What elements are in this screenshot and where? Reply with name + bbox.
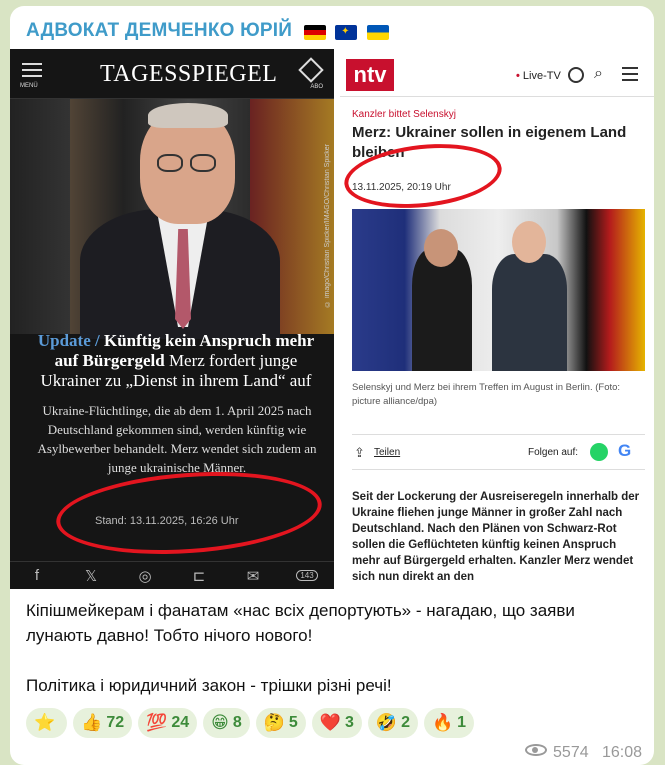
update-label: Update / (37, 331, 100, 350)
tagesspiegel-header: MENÜ TAGESSPIEGEL ABO (10, 49, 334, 99)
photo-credit: © imago/Christian Spicker/IMAGO/Christia… (324, 144, 331, 307)
ntv-screenshot: ntv • Live-TV ⌕ Kanzler bittet Selenskyj… (340, 49, 654, 589)
views-icon (525, 744, 548, 756)
ntv-share-row: ⇪ Teilen Folgen auf: G (352, 434, 645, 470)
reaction-count: 1 (457, 714, 467, 731)
reaction-count: 3 (345, 714, 354, 731)
flag-ua-icon (366, 25, 389, 41)
ntv-caption: Selenskyj und Merz bei ihrem Treffen im … (352, 382, 621, 407)
flag-de-icon (303, 25, 326, 41)
menu-icon (22, 63, 42, 81)
reaction-heart[interactable]: ❤️ 3 (311, 708, 362, 738)
tagesspiegel-body: Ukraine-Flüchtlinge, die ab dem 1. April… (37, 403, 317, 475)
ntv-kicker: Kanzler bittet Selenskyj (352, 109, 456, 120)
share-label: Teilen (374, 447, 401, 458)
message-time: 16:08 (601, 744, 642, 761)
reaction-count: 8 (232, 714, 242, 731)
message-paragraph-2: Політика і юридичний закон - трішки різн… (26, 676, 392, 695)
live-tv-label: • Live-TV (516, 70, 561, 82)
channel-name[interactable]: АДВОКАТ ДЕМЧЕНКО ЮРІЙ (26, 20, 393, 44)
reaction-count: 72 (106, 714, 125, 731)
abo-label: ABO (310, 84, 323, 90)
selenskyj-merz-photo (352, 209, 645, 371)
user-icon (568, 67, 584, 83)
search-icon: ⌕ (594, 65, 603, 82)
star-icon: ⭐ (34, 713, 56, 732)
ntv-logo: ntv (346, 59, 394, 91)
reaction-count: 24 (171, 714, 190, 731)
message-meta: 5574 16:08 (525, 744, 642, 762)
red-highlight-circle (53, 463, 325, 563)
mail-icon: ✉ (246, 567, 260, 585)
views-count: 5574 (553, 744, 589, 761)
channel-flags (303, 22, 393, 44)
message-text: Кіпішмейкерам і фанатам «нас всіх депорт… (26, 598, 642, 698)
fire-icon: 🔥 (431, 713, 454, 732)
menu-label: MENÜ (20, 83, 38, 89)
reaction-hundred[interactable]: 💯 24 (138, 708, 198, 738)
reaction-grin[interactable]: 😁 8 (203, 708, 250, 738)
media-collage[interactable]: MENÜ TAGESSPIEGEL ABO © imago/Christian … (10, 49, 654, 589)
whatsapp-icon (590, 443, 608, 461)
reaction-thumbs-up[interactable]: 👍 72 (73, 708, 133, 738)
reaction-count: 5 (288, 714, 298, 731)
reaction-rofl[interactable]: 🤣 2 (367, 708, 418, 738)
whatsapp-icon: ◎ (138, 567, 152, 585)
merz-photo (10, 99, 334, 339)
reactions-bar: ⭐ 👍 72 💯 24 😁 8 🤔 5 ❤️ 3 🤣 2 🔥 1 (26, 708, 646, 738)
reaction-thinking[interactable]: 🤔 5 (255, 708, 306, 738)
flipboard-icon: ⊏ (192, 567, 206, 585)
thumbs-up-icon: 👍 (81, 713, 103, 732)
share-icon: ⇪ (354, 445, 365, 460)
rofl-icon: 🤣 (375, 713, 398, 732)
heart-icon: ❤️ (319, 713, 341, 732)
message-paragraph-1: Кіпішмейкерам і фанатам «нас всіх депорт… (26, 601, 575, 645)
menu-icon (622, 67, 638, 85)
facebook-icon: f (34, 567, 40, 584)
abo-icon (298, 57, 324, 83)
tagesspiegel-logo: TAGESSPIEGEL (100, 61, 278, 87)
ntv-body: Seit der Lockerung der Ausreiseregeln in… (352, 491, 640, 583)
hundred-icon: 💯 (146, 713, 168, 732)
tagesspiegel-share-bar: f 𝕏 ◎ ⊏ ✉ 143 (10, 561, 334, 589)
tagesspiegel-screenshot: MENÜ TAGESSPIEGEL ABO © imago/Christian … (10, 49, 334, 589)
comment-count: 143 (296, 570, 318, 581)
google-icon: G (618, 441, 632, 460)
reaction-count: 2 (401, 714, 410, 731)
reaction-star[interactable]: ⭐ (26, 708, 68, 738)
follow-label: Folgen auf: (528, 447, 579, 458)
reaction-fire[interactable]: 🔥 1 (423, 708, 475, 738)
grin-icon: 😁 (211, 713, 229, 732)
ntv-header: ntv • Live-TV ⌕ (340, 49, 654, 97)
flag-eu-icon (335, 25, 358, 41)
tagesspiegel-headline: Update / Künftig kein Anspruch mehr auf … (26, 331, 326, 391)
channel-name-text: АДВОКАТ ДЕМЧЕНКО ЮРІЙ (26, 20, 293, 41)
x-icon: 𝕏 (84, 567, 98, 585)
message-bubble: АДВОКАТ ДЕМЧЕНКО ЮРІЙ MENÜ TAGESSPIEGEL … (10, 6, 654, 765)
thinking-icon: 🤔 (263, 713, 285, 732)
